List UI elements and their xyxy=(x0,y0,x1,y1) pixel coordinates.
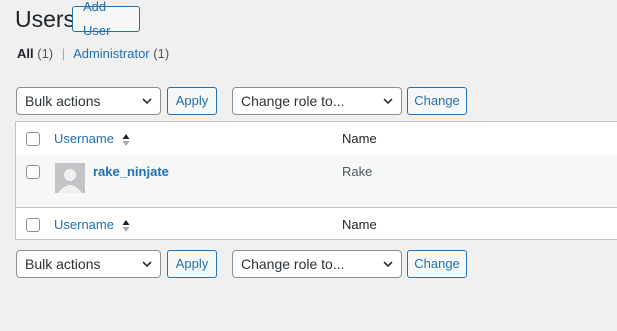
chevron-down-icon xyxy=(383,98,393,105)
select-all-checkbox-bottom[interactable] xyxy=(26,218,40,232)
bulk-actions-select-bottom[interactable]: Bulk actions xyxy=(16,250,161,278)
chevron-down-icon xyxy=(142,261,152,268)
change-button-top[interactable]: Change xyxy=(407,87,467,115)
default-avatar-icon xyxy=(55,163,85,193)
apply-button-bottom[interactable]: Apply xyxy=(167,250,217,278)
filter-all[interactable]: All xyxy=(17,46,34,61)
bulk-actions-select-top[interactable]: Bulk actions xyxy=(16,87,161,115)
change-role-select-bottom[interactable]: Change role to... xyxy=(232,250,402,278)
name-column-header: Name xyxy=(342,131,377,146)
filter-all-count: (1) xyxy=(37,46,54,61)
chevron-down-icon xyxy=(142,98,152,105)
username-link[interactable]: rake_ninjate xyxy=(93,164,169,179)
bulk-actions-value: Bulk actions xyxy=(25,93,101,109)
apply-button-top[interactable]: Apply xyxy=(167,87,217,115)
table-row: rake_ninjate Rake xyxy=(16,155,617,207)
change-role-value: Change role to... xyxy=(241,93,345,109)
add-user-button[interactable]: Add User xyxy=(72,0,140,38)
filter-separator: | xyxy=(61,46,66,61)
change-role-select-top[interactable]: Change role to... xyxy=(232,87,402,115)
users-table: Username Name rake_ninjate Rake Username… xyxy=(15,121,617,240)
chevron-down-icon xyxy=(383,261,393,268)
name-column-footer: Name xyxy=(342,217,377,232)
avatar xyxy=(55,163,85,193)
username-column-footer[interactable]: Username xyxy=(54,217,130,233)
user-name-cell: Rake xyxy=(342,164,373,179)
sort-arrows-icon xyxy=(122,219,130,232)
row-checkbox[interactable] xyxy=(26,165,40,179)
filter-administrator-count: (1) xyxy=(153,46,170,61)
table-footer-row: Username Name xyxy=(16,207,617,241)
username-column-label: Username xyxy=(54,131,114,146)
bulk-actions-value: Bulk actions xyxy=(25,256,101,272)
change-button-bottom[interactable]: Change xyxy=(407,250,467,278)
username-column-header[interactable]: Username xyxy=(54,131,130,147)
page-title: Users xyxy=(15,6,76,32)
table-header-row: Username Name xyxy=(16,122,617,156)
sort-arrows-icon xyxy=(122,133,130,146)
change-role-value: Change role to... xyxy=(241,256,345,272)
filter-administrator[interactable]: Administrator xyxy=(73,46,150,61)
select-all-checkbox[interactable] xyxy=(26,132,40,146)
username-column-label: Username xyxy=(54,217,114,232)
user-role-filters: All (1) | Administrator (1) xyxy=(17,46,169,61)
